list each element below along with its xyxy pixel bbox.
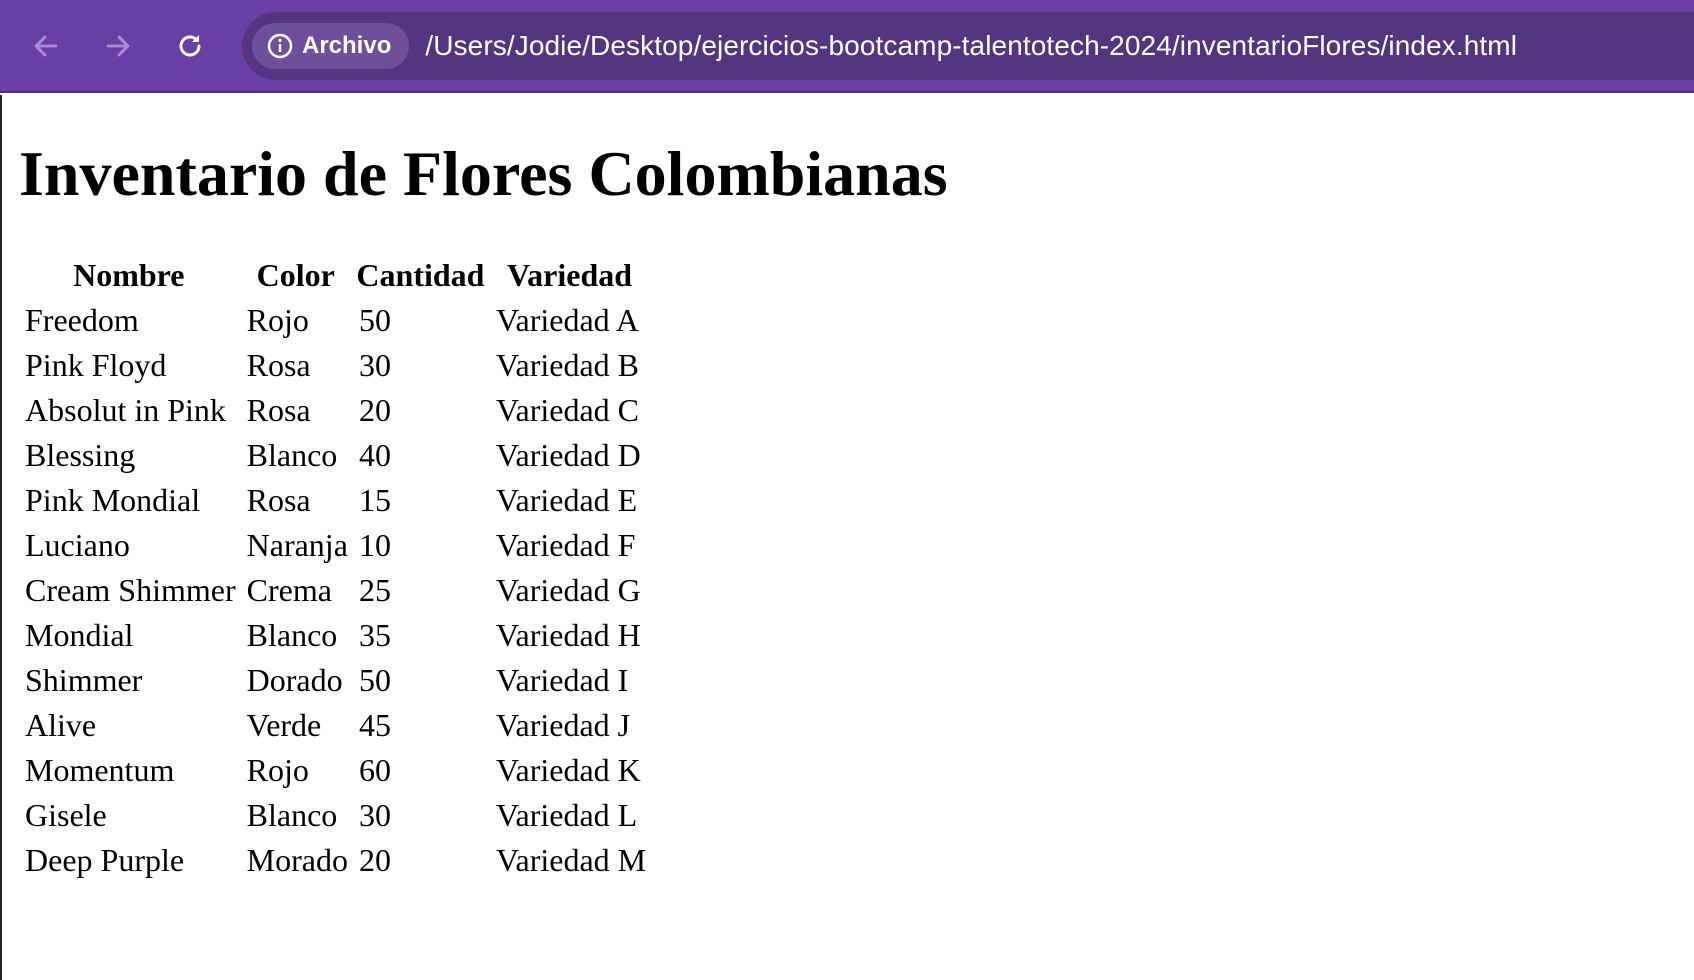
table-row: Absolut in Pink Rosa 20 Variedad C bbox=[18, 388, 650, 433]
table-row: Shimmer Dorado 50 Variedad I bbox=[18, 658, 650, 703]
reload-button[interactable] bbox=[170, 26, 210, 66]
cell-nombre: Absolut in Pink bbox=[25, 392, 226, 428]
table-row: Pink Mondial Rosa 15 Variedad E bbox=[18, 478, 650, 523]
cell-color: Blanco bbox=[246, 797, 338, 833]
table-row: Alive Verde 45 Variedad J bbox=[18, 703, 650, 748]
cell-color: Morado bbox=[246, 842, 348, 878]
cell-color: Rosa bbox=[246, 347, 311, 383]
table-row: Luciano Naranja 10 Variedad F bbox=[18, 523, 650, 568]
cell-variedad: Variedad G bbox=[495, 572, 641, 608]
address-bar[interactable]: Archivo /Users/Jodie/Desktop/ejercicios-… bbox=[242, 12, 1694, 80]
cell-variedad: Variedad M bbox=[495, 842, 647, 878]
cell-nombre: Freedom bbox=[25, 302, 139, 338]
forward-button[interactable] bbox=[98, 26, 138, 66]
cell-cantidad: 10 bbox=[358, 527, 391, 563]
table-header-row: Nombre Color Cantidad Variedad bbox=[18, 253, 650, 298]
cell-variedad: Variedad I bbox=[495, 662, 629, 698]
cell-color: Dorado bbox=[246, 662, 343, 698]
cell-cantidad: 30 bbox=[358, 797, 391, 833]
header-cantidad: Cantidad bbox=[356, 257, 485, 293]
cell-cantidad: 20 bbox=[358, 842, 391, 878]
cell-color: Verde bbox=[246, 707, 322, 743]
cell-variedad: Variedad K bbox=[495, 752, 641, 788]
cell-nombre: Pink Floyd bbox=[25, 347, 167, 383]
cell-cantidad: 30 bbox=[358, 347, 391, 383]
cell-nombre: Shimmer bbox=[25, 662, 143, 698]
cell-nombre: Cream Shimmer bbox=[25, 572, 236, 608]
cell-color: Blanco bbox=[246, 437, 338, 473]
cell-color: Rojo bbox=[246, 302, 309, 338]
header-nombre: Nombre bbox=[73, 257, 185, 293]
cell-cantidad: 50 bbox=[358, 662, 391, 698]
cell-cantidad: 45 bbox=[358, 707, 391, 743]
cell-cantidad: 40 bbox=[358, 437, 391, 473]
table-row: Gisele Blanco 30 Variedad L bbox=[18, 793, 650, 838]
url-text[interactable]: /Users/Jodie/Desktop/ejercicios-bootcamp… bbox=[425, 30, 1517, 62]
cell-nombre: Gisele bbox=[25, 797, 107, 833]
info-circle-icon bbox=[266, 32, 294, 60]
header-variedad: Variedad bbox=[506, 257, 633, 293]
cell-variedad: Variedad E bbox=[495, 482, 638, 518]
inventory-table: Nombre Color Cantidad Variedad Freedom R… bbox=[18, 253, 650, 883]
table-row: Blessing Blanco 40 Variedad D bbox=[18, 433, 650, 478]
cell-nombre: Pink Mondial bbox=[25, 482, 201, 518]
cell-nombre: Alive bbox=[25, 707, 97, 743]
reload-icon bbox=[175, 31, 205, 61]
cell-nombre: Blessing bbox=[25, 437, 136, 473]
browser-toolbar: Archivo /Users/Jodie/Desktop/ejercicios-… bbox=[0, 0, 1694, 93]
cell-variedad: Variedad D bbox=[495, 437, 641, 473]
arrow-left-icon bbox=[32, 32, 60, 60]
cell-color: Blanco bbox=[246, 617, 338, 653]
back-button[interactable] bbox=[26, 26, 66, 66]
cell-nombre: Deep Purple bbox=[25, 842, 185, 878]
page-title: Inventario de Flores Colombianas bbox=[19, 138, 948, 209]
cell-nombre: Luciano bbox=[25, 527, 130, 563]
cell-variedad: Variedad J bbox=[495, 707, 631, 743]
cell-cantidad: 50 bbox=[358, 302, 391, 338]
table-row: Deep Purple Morado 20 Variedad M bbox=[18, 838, 650, 883]
cell-color: Crema bbox=[246, 572, 332, 608]
header-color: Color bbox=[256, 257, 335, 293]
cell-nombre: Mondial bbox=[25, 617, 134, 653]
arrow-right-icon bbox=[104, 32, 132, 60]
table-row: Freedom Rojo 50 Variedad A bbox=[18, 298, 650, 343]
table-row: Momentum Rojo 60 Variedad K bbox=[18, 748, 650, 793]
cell-variedad: Variedad L bbox=[495, 797, 638, 833]
table-row: Cream Shimmer Crema 25 Variedad G bbox=[18, 568, 650, 613]
table-row: Pink Floyd Rosa 30 Variedad B bbox=[18, 343, 650, 388]
page-content: Inventario de Flores Colombianas Nombre … bbox=[0, 95, 1694, 980]
cell-cantidad: 15 bbox=[358, 482, 391, 518]
cell-color: Naranja bbox=[246, 527, 348, 563]
site-info-chip[interactable]: Archivo bbox=[252, 23, 410, 69]
table-row: Mondial Blanco 35 Variedad H bbox=[18, 613, 650, 658]
cell-variedad: Variedad H bbox=[495, 617, 641, 653]
cell-color: Rojo bbox=[246, 752, 309, 788]
cell-cantidad: 25 bbox=[358, 572, 391, 608]
cell-nombre: Momentum bbox=[25, 752, 175, 788]
cell-color: Rosa bbox=[246, 392, 311, 428]
cell-variedad: Variedad F bbox=[495, 527, 636, 563]
cell-cantidad: 35 bbox=[358, 617, 391, 653]
cell-color: Rosa bbox=[246, 482, 311, 518]
cell-cantidad: 60 bbox=[358, 752, 391, 788]
cell-variedad: Variedad C bbox=[495, 392, 639, 428]
cell-variedad: Variedad B bbox=[495, 347, 639, 383]
cell-variedad: Variedad A bbox=[495, 302, 639, 338]
cell-cantidad: 20 bbox=[358, 392, 391, 428]
site-chip-label: Archivo bbox=[302, 32, 392, 59]
